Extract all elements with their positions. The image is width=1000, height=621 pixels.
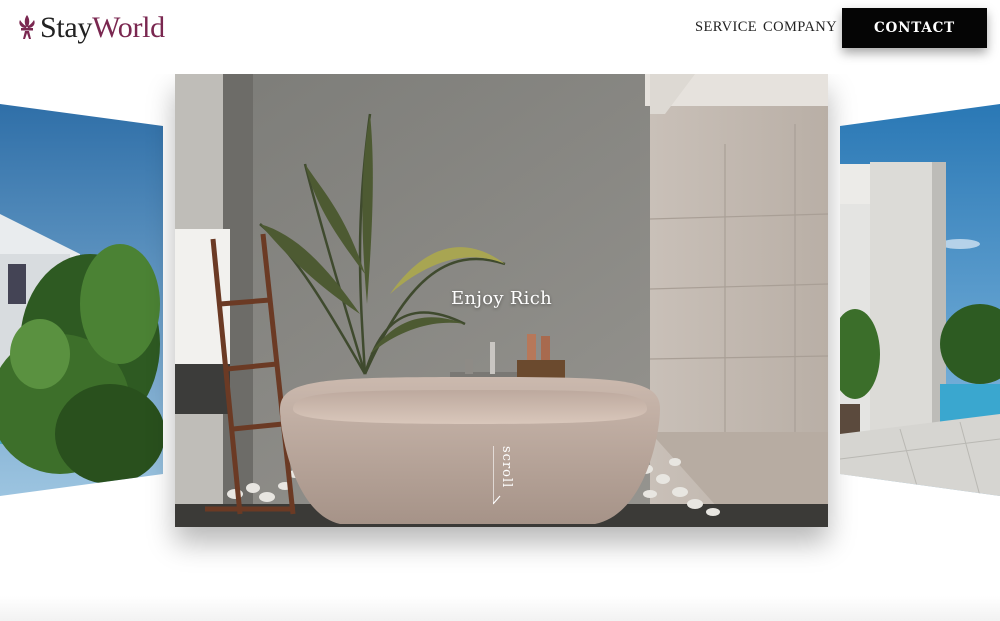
brand-name: StayWorld bbox=[40, 10, 165, 46]
nav-company-link[interactable]: COMPANY bbox=[763, 19, 837, 36]
footer-edge bbox=[0, 596, 1000, 621]
right-slide[interactable] bbox=[840, 104, 1000, 496]
logo[interactable]: StayWorld bbox=[16, 10, 165, 46]
hero-caption: Enjoy Rich bbox=[450, 288, 553, 309]
fleur-de-lis-icon bbox=[19, 15, 35, 39]
main-slide[interactable]: Enjoy Rich scroll bbox=[175, 74, 828, 527]
scroll-indicator[interactable]: scroll bbox=[493, 446, 517, 508]
poolside-building-image bbox=[0, 104, 163, 496]
hero-carousel: Enjoy Rich scroll bbox=[0, 74, 1000, 621]
brand-name-second: World bbox=[92, 11, 165, 44]
contact-button[interactable]: CONTACT bbox=[842, 8, 987, 48]
scroll-label: scroll bbox=[499, 446, 514, 489]
poolside-pavilion-image bbox=[840, 104, 1000, 496]
left-slide[interactable] bbox=[0, 104, 163, 496]
brand-name-first: Stay bbox=[40, 11, 93, 44]
site-header: StayWorld SERVICE COMPANY CONTACT bbox=[0, 0, 1000, 74]
nav-service-link[interactable]: SERVICE bbox=[695, 19, 757, 36]
